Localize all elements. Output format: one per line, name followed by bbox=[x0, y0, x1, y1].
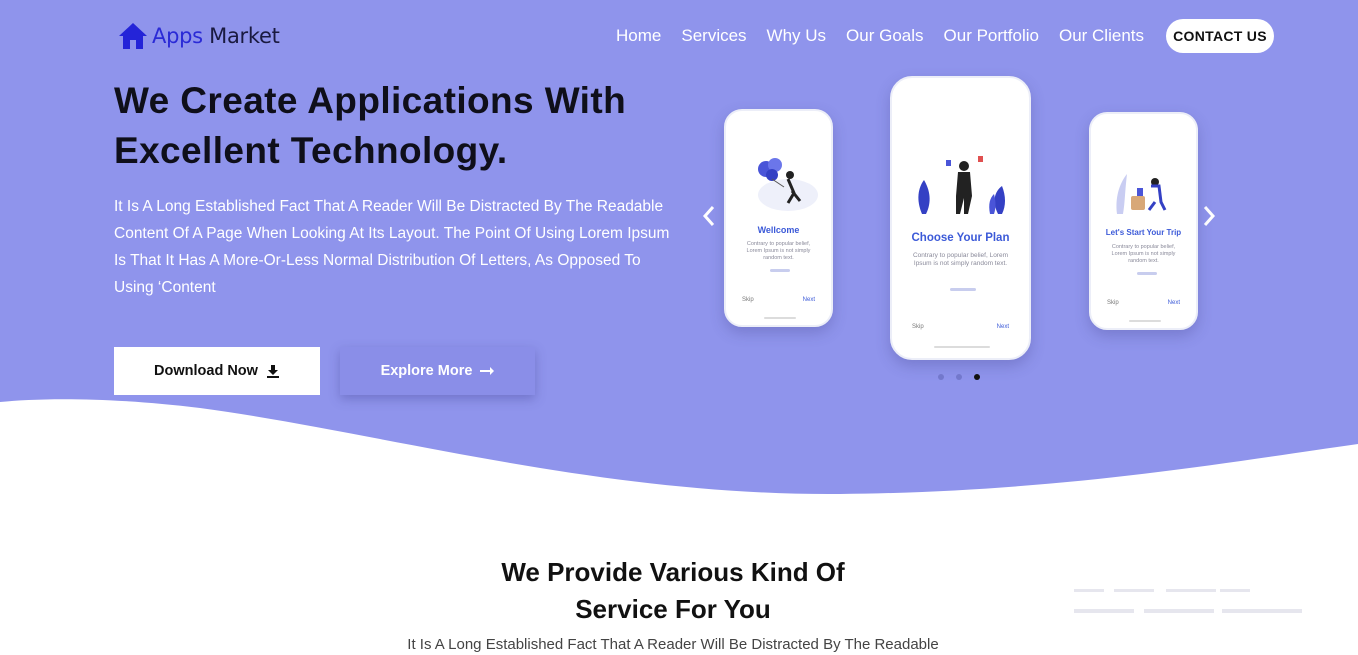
brand-name: Apps Market bbox=[152, 24, 280, 48]
phone-choose-plan-next: Next bbox=[996, 324, 1009, 330]
choose-plan-illustration bbox=[918, 156, 1005, 214]
nav-home[interactable]: Home bbox=[616, 26, 661, 46]
phone-start-trip-page-dots bbox=[1137, 272, 1157, 275]
phone-start-trip-next: Next bbox=[1167, 300, 1180, 306]
services-description: It Is A Long Established Fact That A Rea… bbox=[407, 636, 939, 653]
carousel-dot-2[interactable] bbox=[956, 374, 962, 380]
main-nav: Home Services Why Us Our Goals Our Portf… bbox=[616, 26, 1164, 46]
brand-name-part2: Market bbox=[202, 24, 280, 48]
hero-description: It Is A Long Established Fact That A Rea… bbox=[114, 198, 670, 296]
download-now-button[interactable]: Download Now bbox=[114, 347, 320, 395]
explore-more-label: Explore More bbox=[380, 363, 473, 379]
phone-choose-plan-desc: Contrary to popular belief, Lorem Ipsum … bbox=[912, 252, 1009, 268]
phone-choose-plan-skip: Skip bbox=[912, 324, 924, 330]
phone-start-trip-home-bar bbox=[1129, 320, 1161, 322]
arrow-right-icon bbox=[480, 367, 495, 375]
chevron-right-icon[interactable] bbox=[1202, 204, 1216, 228]
phone-welcome-skip: Skip bbox=[742, 297, 754, 303]
phone-welcome-desc: Contrary to popular belief, Lorem Ipsum … bbox=[746, 241, 811, 261]
carousel-dot-3[interactable] bbox=[974, 374, 980, 380]
hero-section: Apps Market Home Services Why Us Our Goa… bbox=[0, 0, 1358, 500]
nav-our-goals[interactable]: Our Goals bbox=[846, 26, 923, 46]
phone-choose-plan-title: Choose Your Plan bbox=[911, 232, 1010, 244]
phone-welcome-next: Next bbox=[802, 297, 815, 303]
services-title-line2: Service For You bbox=[575, 594, 771, 624]
services-title-line1: We Provide Various Kind Of bbox=[501, 557, 845, 587]
nav-our-portfolio[interactable]: Our Portfolio bbox=[944, 26, 1039, 46]
house-icon bbox=[119, 23, 147, 49]
phone-start-trip-skip: Skip bbox=[1107, 300, 1119, 306]
hero-title: We Create Applications With Excellent Te… bbox=[114, 76, 714, 176]
phone-start-trip-desc: Contrary to popular belief, Lorem Ipsum … bbox=[1111, 244, 1176, 264]
services-title: We Provide Various Kind Of Service For Y… bbox=[440, 554, 906, 628]
welcome-illustration bbox=[758, 158, 818, 211]
phone-choose-plan-home-bar bbox=[934, 346, 990, 348]
phone-welcome-page-dots bbox=[770, 269, 790, 272]
nav-services[interactable]: Services bbox=[681, 26, 746, 46]
hero-title-line1: We Create Applications With bbox=[114, 80, 627, 121]
nav-our-clients[interactable]: Our Clients bbox=[1059, 26, 1144, 46]
phone-welcome-title: Wellcome bbox=[757, 225, 800, 235]
explore-more-button[interactable]: Explore More bbox=[340, 347, 535, 395]
faint-watermark bbox=[1074, 589, 1302, 613]
brand-name-part1: Apps bbox=[152, 24, 203, 48]
carousel-dot-1[interactable] bbox=[938, 374, 944, 380]
brand-logo[interactable]: Apps Market bbox=[118, 22, 280, 50]
download-now-label: Download Now bbox=[154, 363, 258, 379]
phone-welcome-home-bar bbox=[764, 317, 796, 319]
phone-mockup-welcome: Wellcome Contrary to popular belief, Lor… bbox=[724, 109, 833, 327]
phone-mockup-choose-plan: Choose Your Plan Contrary to popular bel… bbox=[890, 76, 1031, 360]
contact-us-button[interactable]: CONTACT US bbox=[1166, 19, 1274, 53]
phone-start-trip-title: Let's Start Your Trip bbox=[1105, 228, 1182, 237]
phone-choose-plan-page-dots bbox=[950, 288, 976, 291]
carousel-indicators bbox=[938, 374, 980, 380]
phone-mockup-start-trip: Let's Start Your Trip Contrary to popula… bbox=[1089, 112, 1198, 330]
download-icon bbox=[266, 365, 279, 378]
start-trip-illustration bbox=[1116, 174, 1167, 214]
nav-why-us[interactable]: Why Us bbox=[767, 26, 827, 46]
chevron-left-icon[interactable] bbox=[702, 204, 716, 228]
hero-title-line2: Excellent Technology. bbox=[114, 130, 508, 171]
